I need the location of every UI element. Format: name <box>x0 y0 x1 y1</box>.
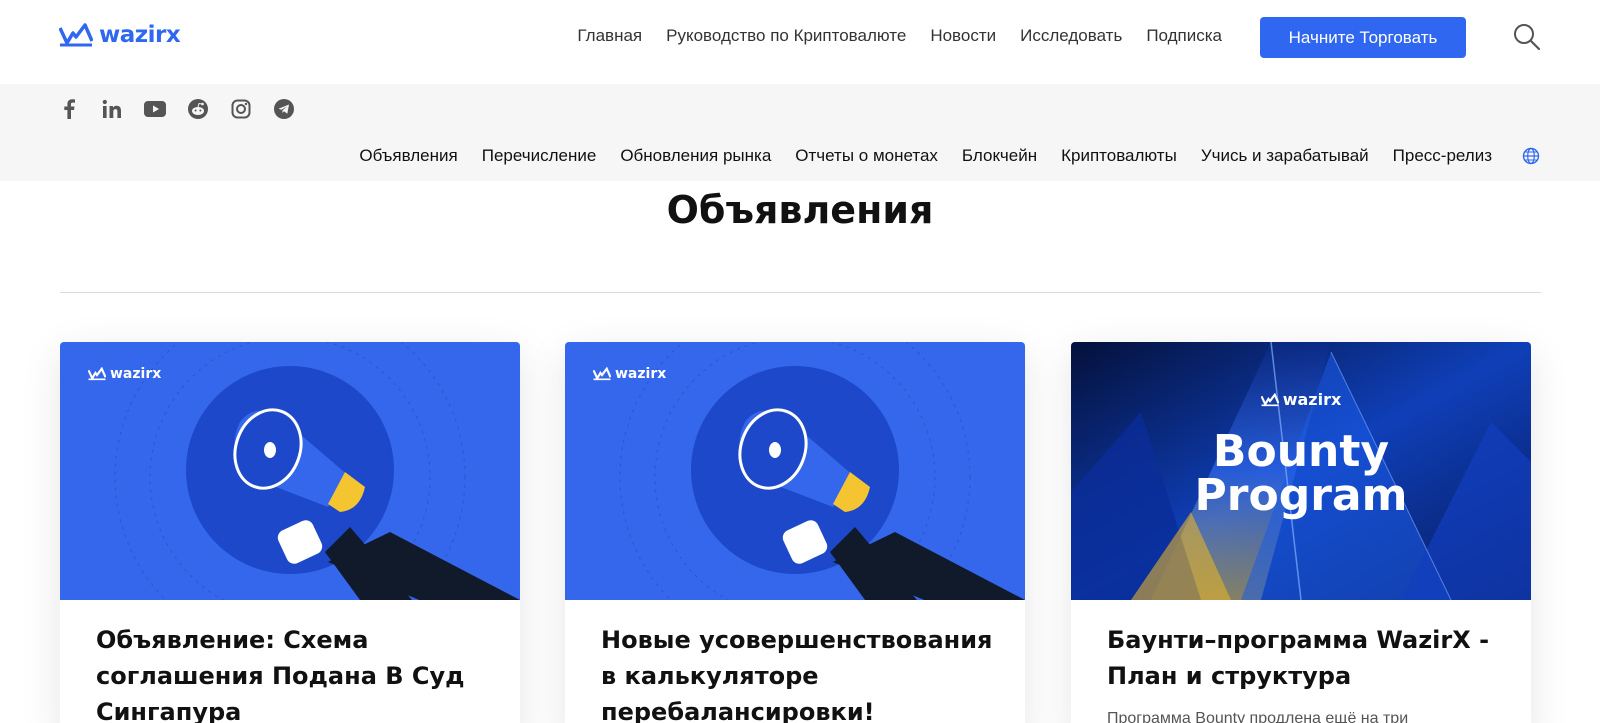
category-learn-and-earn[interactable]: Учись и зарабатывай <box>1201 146 1369 166</box>
main-nav: Главная Руководство по Криптовалюте Ново… <box>577 26 1222 46</box>
article-card[interactable]: wazirx Новые усовершенствования в кальку… <box>565 342 1025 723</box>
article-title[interactable]: Новые усовершенствования в калькуляторе … <box>601 622 996 723</box>
start-trading-button[interactable]: Начните Торговать <box>1260 17 1466 58</box>
divider <box>60 292 1541 293</box>
telegram-icon[interactable] <box>273 98 295 120</box>
reddit-icon[interactable] <box>187 98 209 120</box>
linkedin-icon[interactable] <box>101 98 123 120</box>
nav-research[interactable]: Исследовать <box>1020 26 1122 46</box>
search-icon[interactable] <box>1512 22 1542 52</box>
category-blockchain[interactable]: Блокчейн <box>962 146 1037 166</box>
article-image: wazirx <box>60 342 520 600</box>
nav-news[interactable]: Новости <box>930 26 996 46</box>
globe-icon[interactable] <box>1522 147 1540 165</box>
instagram-icon[interactable] <box>230 98 252 120</box>
top-header: wazirx Главная Руководство по Криптовалю… <box>0 0 1600 84</box>
category-coin-reports[interactable]: Отчеты о монетах <box>795 146 938 166</box>
social-links <box>58 98 295 120</box>
wazirx-logo-icon <box>593 367 611 381</box>
card-logo: wazirx <box>1071 390 1531 409</box>
article-image: wazirx Bounty Program <box>1071 342 1531 600</box>
logo-text: wazirx <box>99 22 181 48</box>
page-title: Объявления <box>666 188 934 232</box>
article-title[interactable]: Объявление: Схема соглашения Подана В Су… <box>96 622 491 723</box>
article-title[interactable]: Баунти–программа WazirX - План и структу… <box>1107 622 1502 694</box>
wazirx-logo[interactable]: wazirx <box>59 22 181 48</box>
article-card[interactable]: wazirx Bounty Program Баунти–программа W… <box>1071 342 1531 723</box>
category-nav: Объявления Перечисление Обновления рынка… <box>359 146 1492 166</box>
nav-home[interactable]: Главная <box>577 26 642 46</box>
category-bar: Объявления Перечисление Обновления рынка… <box>0 84 1600 181</box>
wazirx-logo-icon <box>88 367 106 381</box>
nav-crypto-guide[interactable]: Руководство по Криптовалюте <box>666 26 906 46</box>
category-market-updates[interactable]: Обновления рынка <box>620 146 771 166</box>
card-logo: wazirx <box>593 366 666 382</box>
wazirx-logo-icon <box>1260 392 1279 406</box>
category-announcements[interactable]: Объявления <box>359 146 457 166</box>
card-logo: wazirx <box>88 366 161 382</box>
bounty-program-image-text: Bounty Program <box>1194 426 1408 521</box>
article-excerpt: Программа Bounty продлена ещё на три <box>1107 710 1409 723</box>
facebook-icon[interactable] <box>58 98 80 120</box>
category-listing[interactable]: Перечисление <box>482 146 597 166</box>
category-press-release[interactable]: Пресс-релиз <box>1393 146 1492 166</box>
wazirx-logo-icon <box>59 23 93 47</box>
nav-subscription[interactable]: Подписка <box>1146 26 1222 46</box>
article-card[interactable]: wazirx Объявление: Схема соглашения Пода… <box>60 342 520 723</box>
youtube-icon[interactable] <box>144 98 166 120</box>
category-cryptocurrencies[interactable]: Криптовалюты <box>1061 146 1177 166</box>
article-image: wazirx <box>565 342 1025 600</box>
